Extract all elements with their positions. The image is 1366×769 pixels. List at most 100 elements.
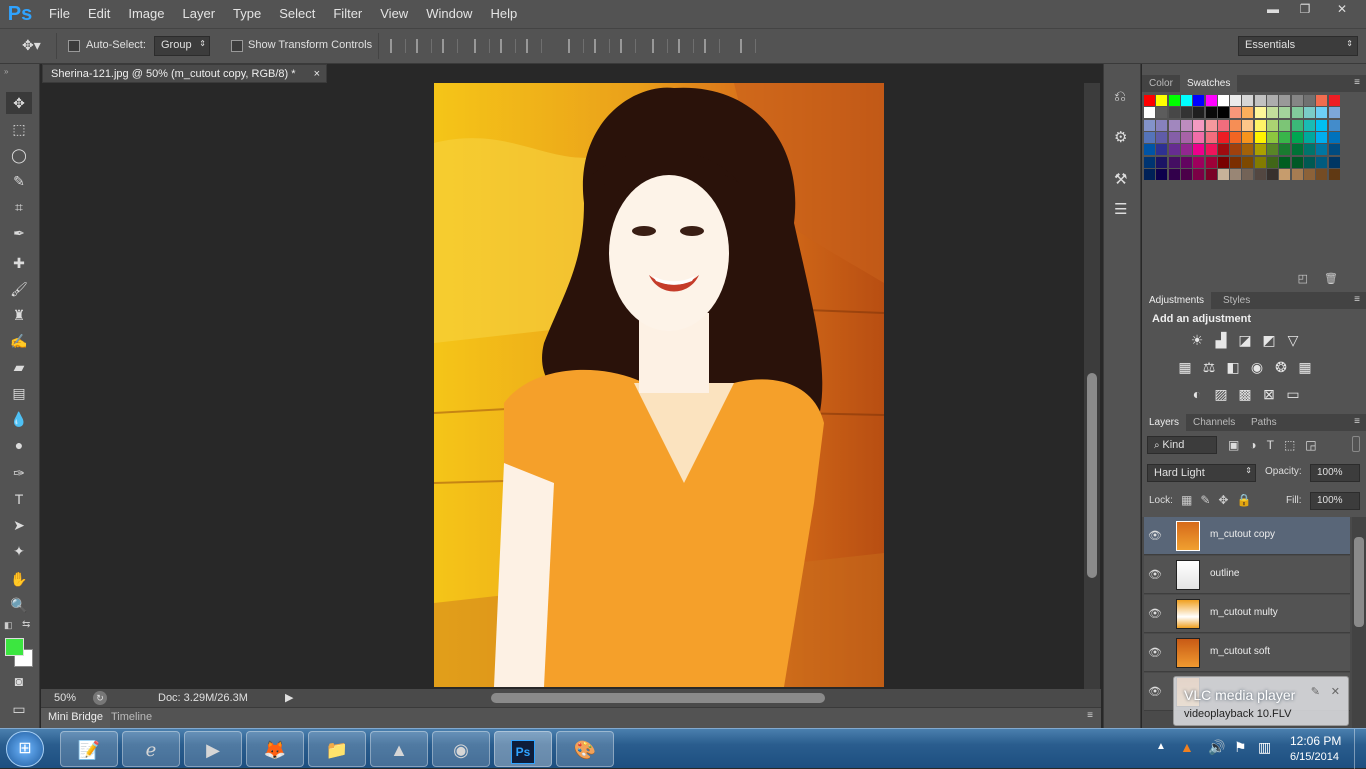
- auto-align-icon[interactable]: [740, 39, 756, 53]
- color-swatch[interactable]: [1205, 156, 1217, 168]
- vlc-notification[interactable]: VLC media player videoplayback 10.FLV ✎ …: [1173, 676, 1349, 726]
- eyedropper-tool-icon[interactable]: ✒: [6, 222, 32, 244]
- move-tool-preset-icon[interactable]: ✥▾: [22, 37, 41, 54]
- color-swatch[interactable]: [1303, 107, 1315, 119]
- lock-position-icon[interactable]: ✥: [1218, 493, 1228, 507]
- color-swatch[interactable]: [1254, 131, 1266, 143]
- color-swatch[interactable]: [1217, 95, 1229, 106]
- color-swatch[interactable]: [1254, 95, 1266, 106]
- color-swatch[interactable]: [1230, 156, 1242, 168]
- opacity-field[interactable]: 100%: [1310, 464, 1360, 482]
- color-swatch[interactable]: [1267, 131, 1278, 143]
- color-swatch[interactable]: [1144, 131, 1155, 143]
- zoom-tool-icon[interactable]: 🔍: [6, 594, 32, 616]
- default-colors-icon[interactable]: ◧: [4, 620, 13, 631]
- color-swatch[interactable]: [1291, 107, 1303, 119]
- path-selection-tool-icon[interactable]: ➤: [6, 514, 32, 536]
- visibility-eye-icon[interactable]: 👁: [1148, 607, 1162, 621]
- clock-time[interactable]: 12:06 PM: [1290, 734, 1341, 748]
- color-swatch[interactable]: [1205, 107, 1217, 119]
- layer-row[interactable]: 👁 m_cutout copy: [1144, 517, 1350, 555]
- volume-icon[interactable]: 🔊: [1208, 739, 1225, 756]
- vibrance-icon[interactable]: ▦: [1176, 359, 1194, 375]
- color-swatch[interactable]: [1180, 119, 1192, 131]
- align-left-icon[interactable]: [474, 39, 490, 53]
- color-swatch[interactable]: [1279, 168, 1291, 180]
- color-swatch[interactable]: [1180, 156, 1192, 168]
- status-menu-arrow-icon[interactable]: ▶: [285, 691, 293, 704]
- visibility-eye-icon[interactable]: 👁: [1148, 568, 1162, 582]
- align-bottom-icon[interactable]: [442, 39, 458, 53]
- color-swatch[interactable]: [1168, 119, 1180, 131]
- tab-styles[interactable]: Styles: [1216, 292, 1257, 309]
- show-transform-checkbox[interactable]: [231, 40, 243, 52]
- foreground-color-swatch[interactable]: [5, 638, 24, 656]
- adjustment-filter-icon[interactable]: ◑: [1249, 438, 1256, 452]
- color-swatch[interactable]: [1180, 131, 1192, 143]
- color-swatch[interactable]: [1242, 144, 1254, 156]
- color-swatch[interactable]: [1156, 119, 1168, 131]
- color-swatch[interactable]: [1254, 144, 1266, 156]
- color-swatch[interactable]: [1193, 119, 1205, 131]
- horizontal-scroll-thumb[interactable]: [491, 693, 825, 703]
- marquee-tool-icon[interactable]: ⬚: [6, 118, 32, 140]
- color-swatch[interactable]: [1328, 156, 1340, 168]
- tab-paths[interactable]: Paths: [1244, 414, 1284, 431]
- color-swatch[interactable]: [1328, 119, 1340, 131]
- lock-transparent-icon[interactable]: ▦: [1181, 493, 1192, 507]
- start-button[interactable]: ⊞: [6, 731, 44, 767]
- posterize-icon[interactable]: ▨: [1212, 386, 1230, 402]
- color-swatch[interactable]: [1230, 168, 1242, 180]
- color-swatch[interactable]: [1144, 119, 1155, 131]
- color-swatch[interactable]: [1328, 95, 1340, 106]
- color-swatch[interactable]: [1156, 156, 1168, 168]
- distribute-right-icon[interactable]: [704, 39, 720, 53]
- tab-color[interactable]: Color: [1142, 75, 1180, 92]
- dodge-tool-icon[interactable]: ●: [6, 434, 32, 456]
- hand-tool-icon[interactable]: ✋: [6, 568, 32, 590]
- color-swatch[interactable]: [1242, 119, 1254, 131]
- threshold-icon[interactable]: ▩: [1236, 386, 1254, 402]
- show-desktop-button[interactable]: [1354, 729, 1366, 769]
- vlc-tray-icon[interactable]: ▲: [1180, 739, 1194, 755]
- minimize-button[interactable]: ▬: [1258, 0, 1288, 18]
- color-swatch[interactable]: [1316, 119, 1328, 131]
- color-swatch[interactable]: [1303, 95, 1315, 106]
- align-right-icon[interactable]: [526, 39, 542, 53]
- color-swatch[interactable]: [1144, 107, 1155, 119]
- color-swatch[interactable]: [1254, 156, 1266, 168]
- color-swatch[interactable]: [1279, 131, 1291, 143]
- color-swatch[interactable]: [1230, 107, 1242, 119]
- color-swatch[interactable]: [1267, 107, 1278, 119]
- type-filter-icon[interactable]: T: [1267, 438, 1274, 452]
- color-swatch[interactable]: [1303, 131, 1315, 143]
- brush-tool-icon[interactable]: 🖌: [6, 278, 32, 300]
- type-tool-icon[interactable]: T: [6, 488, 32, 510]
- layer-row[interactable]: 👁 outline: [1144, 556, 1350, 594]
- color-swatch[interactable]: [1291, 168, 1303, 180]
- visibility-eye-icon[interactable]: 👁: [1148, 529, 1162, 543]
- color-swatch[interactable]: [1230, 144, 1242, 156]
- menu-view[interactable]: View: [371, 0, 417, 28]
- shape-filter-icon[interactable]: ⬚: [1284, 438, 1295, 452]
- file-explorer-taskbar-icon[interactable]: 📁: [308, 731, 366, 767]
- history-brush-tool-icon[interactable]: ✍: [6, 330, 32, 352]
- color-swatch[interactable]: [1291, 156, 1303, 168]
- color-swatch[interactable]: [1254, 107, 1266, 119]
- color-swatch[interactable]: [1242, 156, 1254, 168]
- fill-field[interactable]: 100%: [1310, 492, 1360, 510]
- menu-filter[interactable]: Filter: [324, 0, 371, 28]
- color-swatch[interactable]: [1316, 95, 1328, 106]
- levels-icon[interactable]: ▟: [1212, 332, 1230, 348]
- paint-taskbar-icon[interactable]: 🎨: [556, 731, 614, 767]
- gradient-tool-icon[interactable]: ▤: [6, 382, 32, 404]
- color-swatch[interactable]: [1267, 144, 1278, 156]
- color-swatch[interactable]: [1168, 168, 1180, 180]
- menu-help[interactable]: Help: [481, 0, 526, 28]
- tab-adjustments[interactable]: Adjustments: [1142, 292, 1212, 309]
- color-swatch[interactable]: [1217, 119, 1229, 131]
- swap-colors-icon[interactable]: ⇆: [22, 619, 30, 630]
- color-swatch[interactable]: [1156, 95, 1168, 106]
- tool-presets-icon[interactable]: ⚒: [1114, 170, 1127, 188]
- tab-layers[interactable]: Layers: [1142, 414, 1187, 431]
